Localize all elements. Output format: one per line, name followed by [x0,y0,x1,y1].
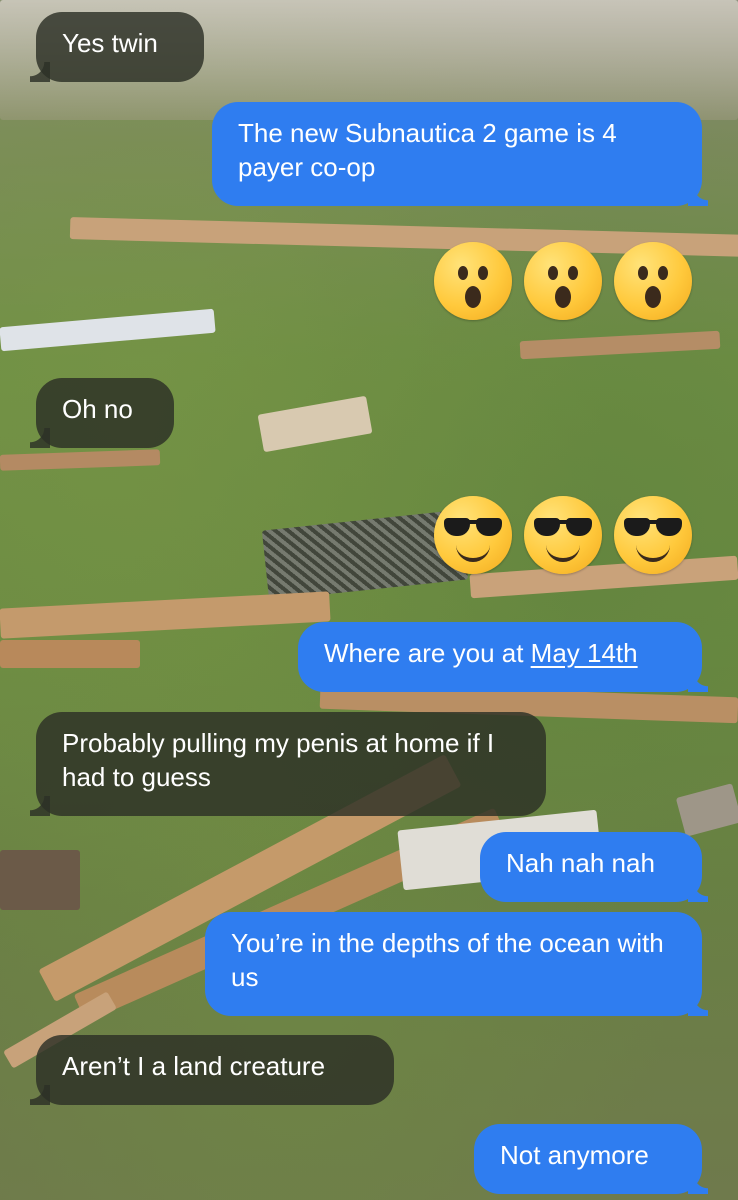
message-text: Probably pulling my penis at home if I h… [62,728,495,792]
message-text: Yes twin [62,28,158,58]
emoji-message-sent[interactable] [434,242,692,320]
message-text: Oh no [62,394,133,424]
message-bubble-sent[interactable]: You’re in the depths of the ocean with u… [205,912,708,1016]
message-bubble-sent[interactable]: Where are you at May 14th [298,622,708,692]
drywall-piece [257,395,373,453]
sunglasses-face-icon [524,496,602,574]
message-text: Nah nah nah [506,848,655,878]
astonished-face-icon [434,242,512,320]
wood-plank [519,330,721,360]
date-link[interactable]: May 14th [531,638,638,668]
message-text: The new Subnautica 2 game is 4 payer co-… [238,118,617,182]
wood-plank [0,640,140,668]
message-text: Aren’t I a land creature [62,1051,326,1081]
message-bubble-received[interactable]: Yes twin [30,12,204,82]
message-text: Not anymore [500,1140,649,1170]
message-bubble-sent[interactable]: Nah nah nah [480,832,708,902]
sunglasses-face-icon [614,496,692,574]
sunglasses-face-icon [434,496,512,574]
wood-plank [0,591,331,639]
debris-piece [675,783,738,837]
message-bubble-sent[interactable]: The new Subnautica 2 game is 4 payer co-… [212,102,708,206]
astonished-face-icon [614,242,692,320]
message-bubble-sent[interactable]: Not anymore [474,1124,708,1194]
siding-panel [0,308,216,352]
wood-plank [0,449,161,471]
message-bubble-received[interactable]: Probably pulling my penis at home if I h… [30,712,546,816]
message-bubble-received[interactable]: Aren’t I a land creature [30,1035,394,1105]
emoji-message-sent[interactable] [434,496,692,574]
astonished-face-icon [524,242,602,320]
message-text: You’re in the depths of the ocean with u… [231,928,664,992]
debris-piece [0,850,80,910]
message-text: Where are you at [324,638,531,668]
message-bubble-received[interactable]: Oh no [30,378,174,448]
